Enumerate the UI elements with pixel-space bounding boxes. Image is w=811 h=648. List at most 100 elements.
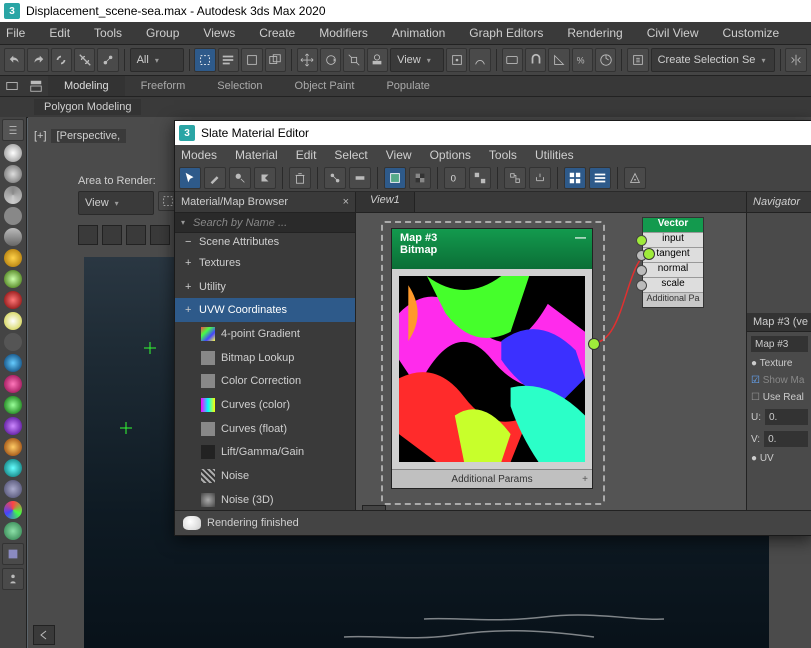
create-pyramid-icon[interactable] <box>4 291 22 309</box>
anim-icon[interactable] <box>4 438 22 456</box>
menu-create[interactable]: Create <box>259 26 295 40</box>
select-tool-button[interactable] <box>179 167 201 189</box>
viewport-plus[interactable]: [+] <box>34 130 47 142</box>
item-noise[interactable]: Noise <box>175 464 355 488</box>
create-geosphere-icon[interactable] <box>4 165 22 183</box>
menu-graph-editors[interactable]: Graph Editors <box>469 26 543 40</box>
save-image-button[interactable] <box>78 225 98 245</box>
node-footer[interactable]: Additional Params <box>392 469 592 488</box>
slate-menu-options[interactable]: Options <box>430 148 471 162</box>
helper-icon[interactable] <box>4 354 22 372</box>
menu-civil-view[interactable]: Civil View <box>647 26 699 40</box>
create-cylinder-icon[interactable] <box>4 186 22 204</box>
viewport-name[interactable]: [Perspective, <box>51 129 127 143</box>
named-selset-dropdown[interactable]: Create Selection Se <box>651 48 775 72</box>
hair-icon[interactable] <box>4 522 22 540</box>
undo-button[interactable] <box>4 48 25 72</box>
item-curves-float[interactable]: Curves (float) <box>175 417 355 441</box>
put-to-scene-button[interactable] <box>254 167 276 189</box>
radio-texture[interactable]: Texture <box>751 358 808 369</box>
item-lift-gamma-gain[interactable]: Lift/Gamma/Gain <box>175 440 355 464</box>
show-map-button[interactable] <box>384 167 406 189</box>
area-to-render-dropdown[interactable]: View <box>78 191 154 215</box>
snap-toggle-button[interactable] <box>525 48 546 72</box>
layout-children-button[interactable] <box>529 167 551 189</box>
node-minimize-icon[interactable]: — <box>575 232 586 244</box>
menu-animation[interactable]: Animation <box>392 26 445 40</box>
navigator-preview[interactable] <box>747 213 811 313</box>
placement-button[interactable] <box>367 48 388 72</box>
preview-type-button[interactable]: 0 <box>444 167 466 189</box>
node-map3-bitmap[interactable]: Map #3 Bitmap — <box>391 228 593 489</box>
vector-input-row[interactable]: input <box>643 232 703 247</box>
create-sphere-icon[interactable] <box>4 144 22 162</box>
percent-snap-button[interactable]: % <box>572 48 593 72</box>
populate-icon[interactable] <box>2 568 24 590</box>
slate-titlebar[interactable]: 3 Slate Material Editor <box>175 121 811 145</box>
menu-views[interactable]: Views <box>203 26 235 40</box>
ribbon-expand-icon[interactable] <box>24 77 48 95</box>
pick-material-button[interactable] <box>204 167 226 189</box>
vector-input-port[interactable] <box>643 248 655 260</box>
browser-close-icon[interactable]: × <box>343 196 349 208</box>
slate-menu-utilities[interactable]: Utilities <box>535 148 574 162</box>
menu-file[interactable]: File <box>6 26 25 40</box>
create-cone-icon[interactable] <box>4 228 22 246</box>
select-object-button[interactable] <box>194 48 215 72</box>
edit-named-selset-button[interactable] <box>627 48 648 72</box>
slate-menu-material[interactable]: Material <box>235 148 278 162</box>
mirror-button[interactable] <box>785 48 806 72</box>
print-image-button[interactable] <box>150 225 170 245</box>
ribbon-toggle-icon[interactable] <box>0 77 24 95</box>
menu-group[interactable]: Group <box>146 26 179 40</box>
parameter-editor-button[interactable] <box>589 167 611 189</box>
ref-coord-dropdown[interactable]: View <box>390 48 444 72</box>
radio-uv[interactable]: UV <box>751 453 808 464</box>
select-region-button[interactable] <box>241 48 262 72</box>
unlink-button[interactable] <box>74 48 95 72</box>
rgb-icon[interactable] <box>4 501 22 519</box>
slate-menu-view[interactable]: View <box>386 148 412 162</box>
create-teapot-icon[interactable] <box>4 207 22 225</box>
angle-snap-button[interactable] <box>548 48 569 72</box>
slate-menu-modes[interactable]: Modes <box>181 148 217 162</box>
selection-filter-dropdown[interactable]: All <box>130 48 184 72</box>
menu-customize[interactable]: Customize <box>723 26 780 40</box>
item-curves-color[interactable]: Curves (color) <box>175 393 355 417</box>
bind-button[interactable] <box>97 48 118 72</box>
ribbon-tab-selection[interactable]: Selection <box>201 76 278 96</box>
slate-menu-select[interactable]: Select <box>334 148 367 162</box>
node-header[interactable]: Map #3 Bitmap — <box>392 229 592 269</box>
browser-search-input[interactable]: Search by Name ... <box>175 213 355 234</box>
scale-button[interactable] <box>343 48 364 72</box>
spinner-snap-button[interactable] <box>595 48 616 72</box>
item-color-correction[interactable]: Color Correction <box>175 369 355 393</box>
clone-frame-button[interactable] <box>126 225 146 245</box>
cat-scene-attributes[interactable]: Scene Attributes <box>175 233 355 251</box>
timeline-scroll-left[interactable] <box>33 625 55 645</box>
v-offset-input[interactable]: 0. <box>764 431 808 447</box>
cat-textures[interactable]: Textures <box>175 251 355 275</box>
system-icon[interactable] <box>4 396 22 414</box>
u-offset-input[interactable]: 0. <box>765 409 808 425</box>
create-tube-icon[interactable] <box>4 270 22 288</box>
ribbon-panel-polygon-modeling[interactable]: Polygon Modeling <box>34 99 141 115</box>
copy-image-button[interactable] <box>102 225 122 245</box>
modifier-icon[interactable] <box>4 417 22 435</box>
move-children-button[interactable] <box>324 167 346 189</box>
manipulate-button[interactable] <box>469 48 490 72</box>
spacewarp-icon[interactable] <box>4 375 22 393</box>
node-output-port[interactable] <box>588 338 600 350</box>
dynamics-icon[interactable] <box>4 480 22 498</box>
keyboard-shortcut-button[interactable] <box>502 48 523 72</box>
node-canvas[interactable]: Map #3 Bitmap — <box>356 213 746 535</box>
cat-utility[interactable]: Utility <box>175 275 355 299</box>
vector-normal-row[interactable]: normal <box>643 262 703 277</box>
redo-button[interactable] <box>27 48 48 72</box>
menu-tools[interactable]: Tools <box>94 26 122 40</box>
delete-button[interactable] <box>289 167 311 189</box>
menu-rendering[interactable]: Rendering <box>567 26 622 40</box>
ribbon-tab-modeling[interactable]: Modeling <box>48 76 125 96</box>
cat-uvw-coordinates[interactable]: UVW Coordinates <box>175 298 355 322</box>
vector-scale-row[interactable]: scale <box>643 277 703 292</box>
